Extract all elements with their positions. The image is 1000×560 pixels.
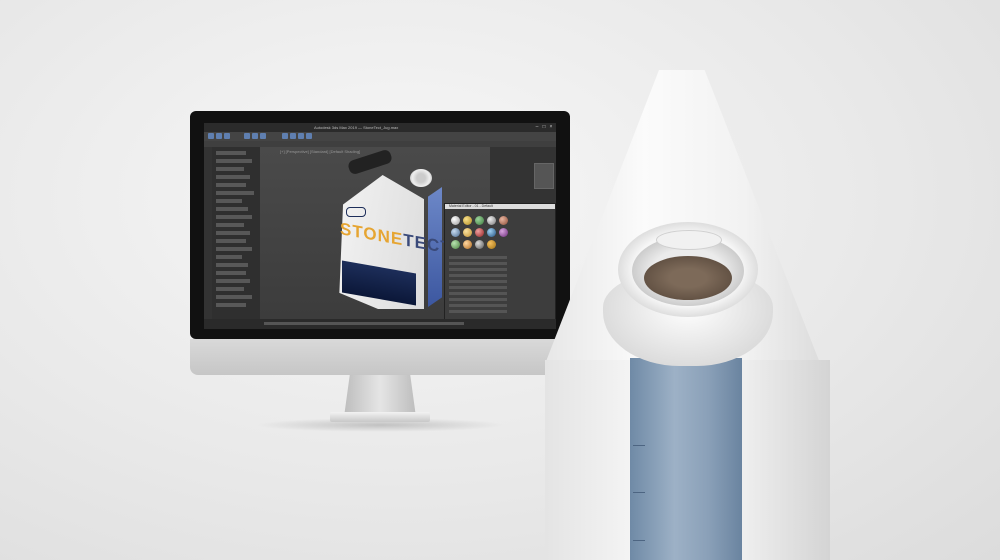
tree-row[interactable] (216, 231, 250, 235)
tree-row[interactable] (216, 151, 246, 155)
minimize-icon[interactable]: – (534, 124, 540, 130)
material-slot[interactable] (499, 216, 508, 225)
tree-row[interactable] (216, 215, 252, 219)
tree-row[interactable] (216, 239, 246, 243)
material-editor-title: Material Editor - 01 - Default (445, 204, 555, 209)
toolbar-button[interactable] (208, 133, 214, 139)
tree-row[interactable] (216, 255, 242, 259)
tree-row[interactable] (216, 271, 246, 275)
timeline-slider[interactable] (264, 322, 464, 325)
maximize-icon[interactable]: □ (541, 124, 547, 130)
toolbar-button[interactable] (282, 133, 288, 139)
material-param-row[interactable] (449, 262, 507, 265)
cgc-logo (346, 207, 366, 217)
toolbar-button[interactable] (216, 133, 222, 139)
material-param-row[interactable] (449, 298, 507, 301)
monitor-bezel: Autodesk 3ds Max 2019 — StoneTect_Jug.ma… (190, 111, 570, 339)
toolbar-button[interactable] (306, 133, 312, 139)
jug-spout-rim (656, 230, 722, 250)
level-tick (633, 445, 645, 446)
tree-row[interactable] (216, 263, 248, 267)
main-toolbar (204, 132, 556, 141)
material-slot[interactable] (487, 240, 496, 249)
material-param-row[interactable] (449, 274, 507, 277)
monitor-stand-base (330, 412, 430, 422)
material-slot[interactable] (475, 228, 484, 237)
tree-row[interactable] (216, 287, 244, 291)
tree-row[interactable] (216, 199, 242, 203)
tree-row[interactable] (216, 191, 254, 195)
material-param-row[interactable] (449, 286, 507, 289)
material-slot[interactable] (451, 228, 460, 237)
material-param-row[interactable] (449, 268, 507, 271)
product-render-scene: Autodesk 3ds Max 2019 — StoneTect_Jug.ma… (0, 0, 1000, 560)
toolbar-button[interactable] (224, 133, 230, 139)
material-slot[interactable] (463, 216, 472, 225)
tree-row[interactable] (216, 183, 246, 187)
tree-row[interactable] (216, 247, 252, 251)
jug-liquid (644, 256, 732, 300)
monitor-screen: Autodesk 3ds Max 2019 — StoneTect_Jug.ma… (204, 123, 556, 329)
material-editor-window[interactable]: Material Editor - 01 - Default (444, 203, 556, 325)
material-param-row[interactable] (449, 280, 507, 283)
material-param-row[interactable] (449, 256, 507, 259)
tree-row[interactable] (216, 159, 252, 163)
monitor-chin (190, 339, 570, 375)
toolbar-button[interactable] (252, 133, 258, 139)
material-param-row[interactable] (449, 304, 507, 307)
tree-row[interactable] (216, 279, 250, 283)
tree-row[interactable] (216, 207, 248, 211)
tree-row[interactable] (216, 303, 246, 307)
material-param-row[interactable] (449, 292, 507, 295)
level-tick (633, 492, 645, 493)
toolbar-button[interactable] (244, 133, 250, 139)
material-slot[interactable] (487, 216, 496, 225)
jug-cap (410, 169, 432, 187)
jug-level-window (630, 358, 742, 560)
level-tick (633, 540, 645, 541)
tree-row[interactable] (216, 167, 244, 171)
toolbar-button[interactable] (290, 133, 296, 139)
material-slot[interactable] (499, 228, 508, 237)
app-titlebar: Autodesk 3ds Max 2019 — StoneTect_Jug.ma… (204, 123, 556, 132)
desktop-monitor: Autodesk 3ds Max 2019 — StoneTect_Jug.ma… (190, 111, 570, 375)
tree-row[interactable] (216, 295, 252, 299)
close-icon[interactable]: × (548, 124, 554, 130)
toolbar-button[interactable] (260, 133, 266, 139)
monitor-stand-neck (344, 375, 416, 417)
left-tool-strip (204, 147, 212, 319)
toolbar-button[interactable] (298, 133, 304, 139)
material-slot[interactable] (463, 228, 472, 237)
window-title: Autodesk 3ds Max 2019 — StoneTect_Jug.ma… (314, 125, 399, 130)
material-slot[interactable] (463, 240, 472, 249)
material-slot[interactable] (451, 240, 460, 249)
material-slot[interactable] (487, 228, 496, 237)
material-param-row[interactable] (449, 310, 507, 313)
material-slot[interactable] (475, 240, 484, 249)
scene-explorer[interactable] (212, 147, 260, 319)
material-slot[interactable] (451, 216, 460, 225)
command-panel-box[interactable] (534, 163, 554, 189)
viewport-label[interactable]: [+] [Perspective] [Standard] [Default Sh… (280, 149, 360, 154)
material-slot[interactable] (475, 216, 484, 225)
tree-row[interactable] (216, 175, 250, 179)
tree-row[interactable] (216, 223, 244, 227)
